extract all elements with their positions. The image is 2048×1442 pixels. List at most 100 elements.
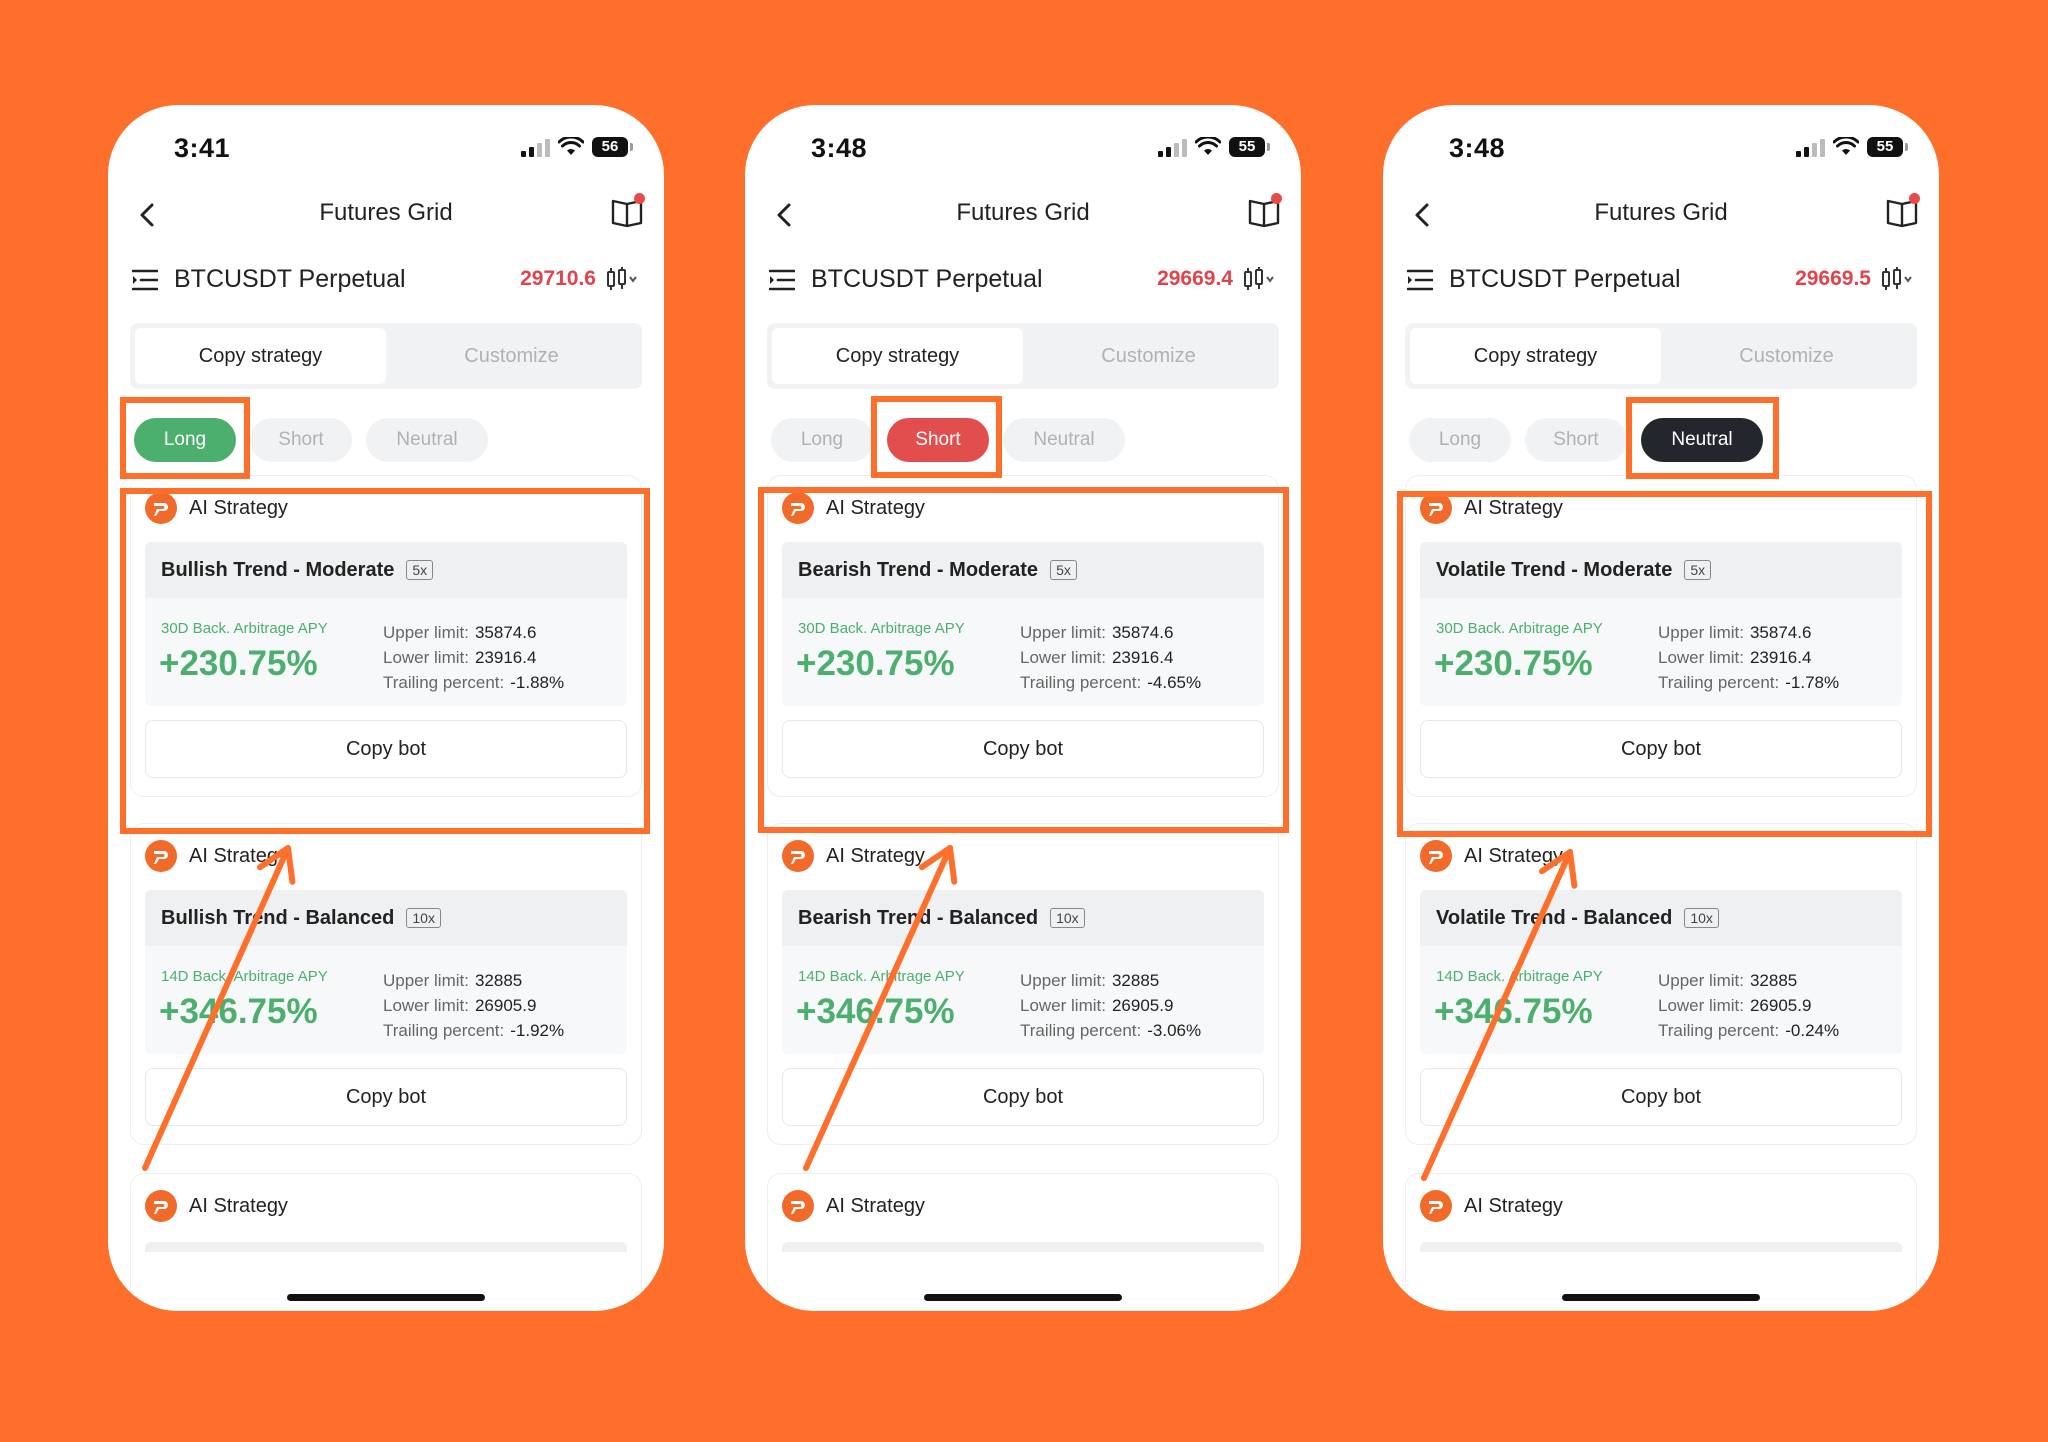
- ai-strategy-header: AI Strategy: [145, 840, 288, 872]
- filter-neutral-pill[interactable]: Neutral: [366, 418, 488, 462]
- tab-customize[interactable]: Customize: [386, 328, 637, 384]
- lower-limit-label: Lower limit:: [1658, 996, 1744, 1015]
- strategy-title-bar: [145, 1242, 627, 1252]
- ai-strategy-header: AI Strategy: [1420, 840, 1563, 872]
- apy-label: 14D Back. Arbitrage APY: [1436, 968, 1603, 985]
- filter-short-pill[interactable]: Short: [250, 418, 352, 462]
- candlestick-chart-icon[interactable]: [606, 267, 640, 291]
- strategy-title-bar: [782, 1242, 1264, 1252]
- highlight-box: [120, 488, 650, 834]
- strategy-details: Bearish Trend - Balanced 10x 14D Back. A…: [782, 890, 1264, 1054]
- status-time: 3:48: [811, 133, 868, 163]
- ai-strategy-header: AI Strategy: [1420, 1190, 1563, 1222]
- ai-strategy-header: AI Strategy: [145, 1190, 288, 1222]
- strategy-title-bar: Bullish Trend - Balanced 10x: [145, 890, 627, 946]
- ai-strategy-logo-icon: [782, 840, 814, 872]
- battery-icon: 55: [1867, 137, 1908, 157]
- trailing-percent-value: -1.92%: [510, 1021, 565, 1040]
- strategy-name: Volatile Trend - Balanced: [1436, 906, 1673, 929]
- filter-short-pill[interactable]: Short: [1525, 418, 1627, 462]
- guide-book-icon[interactable]: [1247, 193, 1283, 231]
- status-bar: 3:41 56: [108, 123, 664, 173]
- nav-bar: Futures Grid: [108, 185, 664, 245]
- pair-selector-row[interactable]: BTCUSDT Perpetual 29710.6: [108, 255, 664, 305]
- ai-strategy-label: AI Strategy: [189, 1194, 288, 1217]
- battery-icon: 55: [1229, 137, 1270, 157]
- tab-customize[interactable]: Customize: [1023, 328, 1274, 384]
- strategy-card: AI Strategy: [1405, 1173, 1917, 1311]
- strategy-details: Volatile Trend - Balanced 10x 14D Back. …: [1420, 890, 1902, 1054]
- lower-limit-label: Lower limit:: [1020, 996, 1106, 1015]
- pair-selector-row[interactable]: BTCUSDT Perpetual 29669.4: [745, 255, 1301, 305]
- status-bar: 3:48 55: [1383, 123, 1939, 173]
- grid-limits: Upper limit: 32885 Lower limit: 26905.9 Tr…: [1658, 968, 1839, 1043]
- tab-customize[interactable]: Customize: [1661, 328, 1912, 384]
- wifi-icon: [1195, 137, 1221, 155]
- pair-selector-row[interactable]: BTCUSDT Perpetual 29669.5: [1383, 255, 1939, 305]
- strategy-title-bar: Bearish Trend - Balanced 10x: [782, 890, 1264, 946]
- ai-strategy-header: AI Strategy: [782, 840, 925, 872]
- trading-pair-name[interactable]: BTCUSDT Perpetual: [174, 265, 406, 294]
- upper-limit-value: 32885: [474, 971, 523, 990]
- lower-limit-value: 26905.9: [1749, 996, 1812, 1015]
- candlestick-chart-icon[interactable]: [1881, 267, 1915, 291]
- trailing-percent-value: -3.06%: [1147, 1021, 1202, 1040]
- page-title: Futures Grid: [1594, 199, 1728, 226]
- apy-value: +346.75%: [159, 992, 318, 1031]
- filter-neutral-pill[interactable]: Neutral: [1003, 418, 1125, 462]
- leverage-badge: 10x: [1684, 908, 1719, 928]
- tab-copy-strategy[interactable]: Copy strategy: [772, 328, 1023, 384]
- copy-bot-button[interactable]: Copy bot: [1420, 1068, 1902, 1126]
- mode-tab-switch: Copy strategy Customize: [767, 323, 1279, 389]
- strategy-card: AI Strategy: [767, 1173, 1279, 1311]
- menu-list-icon[interactable]: [1407, 269, 1433, 291]
- candlestick-chart-icon[interactable]: [1243, 267, 1277, 291]
- status-icons: 55: [1796, 137, 1908, 157]
- strategy-title-bar: Volatile Trend - Balanced 10x: [1420, 890, 1902, 946]
- apy-label: 14D Back. Arbitrage APY: [798, 968, 965, 985]
- trailing-percent-value: -0.24%: [1785, 1021, 1840, 1040]
- ai-strategy-label: AI Strategy: [826, 1194, 925, 1217]
- trailing-percent-label: Trailing percent:: [383, 1021, 505, 1040]
- status-icons: 56: [521, 137, 633, 157]
- ai-strategy-label: AI Strategy: [189, 844, 288, 867]
- last-price: 29669.4: [1157, 267, 1233, 290]
- home-indicator[interactable]: [1562, 1294, 1760, 1301]
- trailing-percent-label: Trailing percent:: [1658, 1021, 1780, 1040]
- mode-tab-switch: Copy strategy Customize: [130, 323, 642, 389]
- lower-limit-value: 26905.9: [1111, 996, 1174, 1015]
- strategy-name: Bearish Trend - Balanced: [798, 906, 1039, 929]
- lower-limit-label: Lower limit:: [383, 996, 469, 1015]
- guide-book-icon[interactable]: [610, 193, 646, 231]
- battery-icon: 56: [592, 137, 633, 157]
- tab-copy-strategy[interactable]: Copy strategy: [1410, 328, 1661, 384]
- filter-long-pill[interactable]: Long: [771, 418, 873, 462]
- strategy-card: AI Strategy Volatile Trend - Balanced 10…: [1405, 823, 1917, 1145]
- home-indicator[interactable]: [924, 1294, 1122, 1301]
- menu-list-icon[interactable]: [132, 269, 158, 291]
- trading-pair-name[interactable]: BTCUSDT Perpetual: [811, 265, 1043, 294]
- page-title: Futures Grid: [319, 199, 453, 226]
- grid-limits: Upper limit: 32885 Lower limit: 26905.9 Tr…: [1020, 968, 1201, 1043]
- home-indicator[interactable]: [287, 1294, 485, 1301]
- nav-bar: Futures Grid: [1383, 185, 1939, 245]
- guide-book-icon[interactable]: [1885, 193, 1921, 231]
- strategy-title-bar: [1420, 1242, 1902, 1252]
- upper-limit-label: Upper limit:: [383, 971, 469, 990]
- grid-limits: Upper limit: 32885 Lower limit: 26905.9 Tr…: [383, 968, 564, 1043]
- menu-list-icon[interactable]: [769, 269, 795, 291]
- upper-limit-value: 32885: [1749, 971, 1798, 990]
- filter-long-pill[interactable]: Long: [1409, 418, 1511, 462]
- copy-bot-button[interactable]: Copy bot: [145, 1068, 627, 1126]
- last-price: 29710.6: [520, 267, 596, 290]
- apy-value: +346.75%: [1434, 992, 1593, 1031]
- cellular-signal-icon: [1158, 137, 1187, 157]
- tab-copy-strategy[interactable]: Copy strategy: [135, 328, 386, 384]
- upper-limit-value: 32885: [1111, 971, 1160, 990]
- status-icons: 55: [1158, 137, 1270, 157]
- strategy-card: AI Strategy Bullish Trend - Balanced 10x…: [130, 823, 642, 1145]
- status-bar: 3:48 55: [745, 123, 1301, 173]
- ai-strategy-logo-icon: [145, 1190, 177, 1222]
- copy-bot-button[interactable]: Copy bot: [782, 1068, 1264, 1126]
- trading-pair-name[interactable]: BTCUSDT Perpetual: [1449, 265, 1681, 294]
